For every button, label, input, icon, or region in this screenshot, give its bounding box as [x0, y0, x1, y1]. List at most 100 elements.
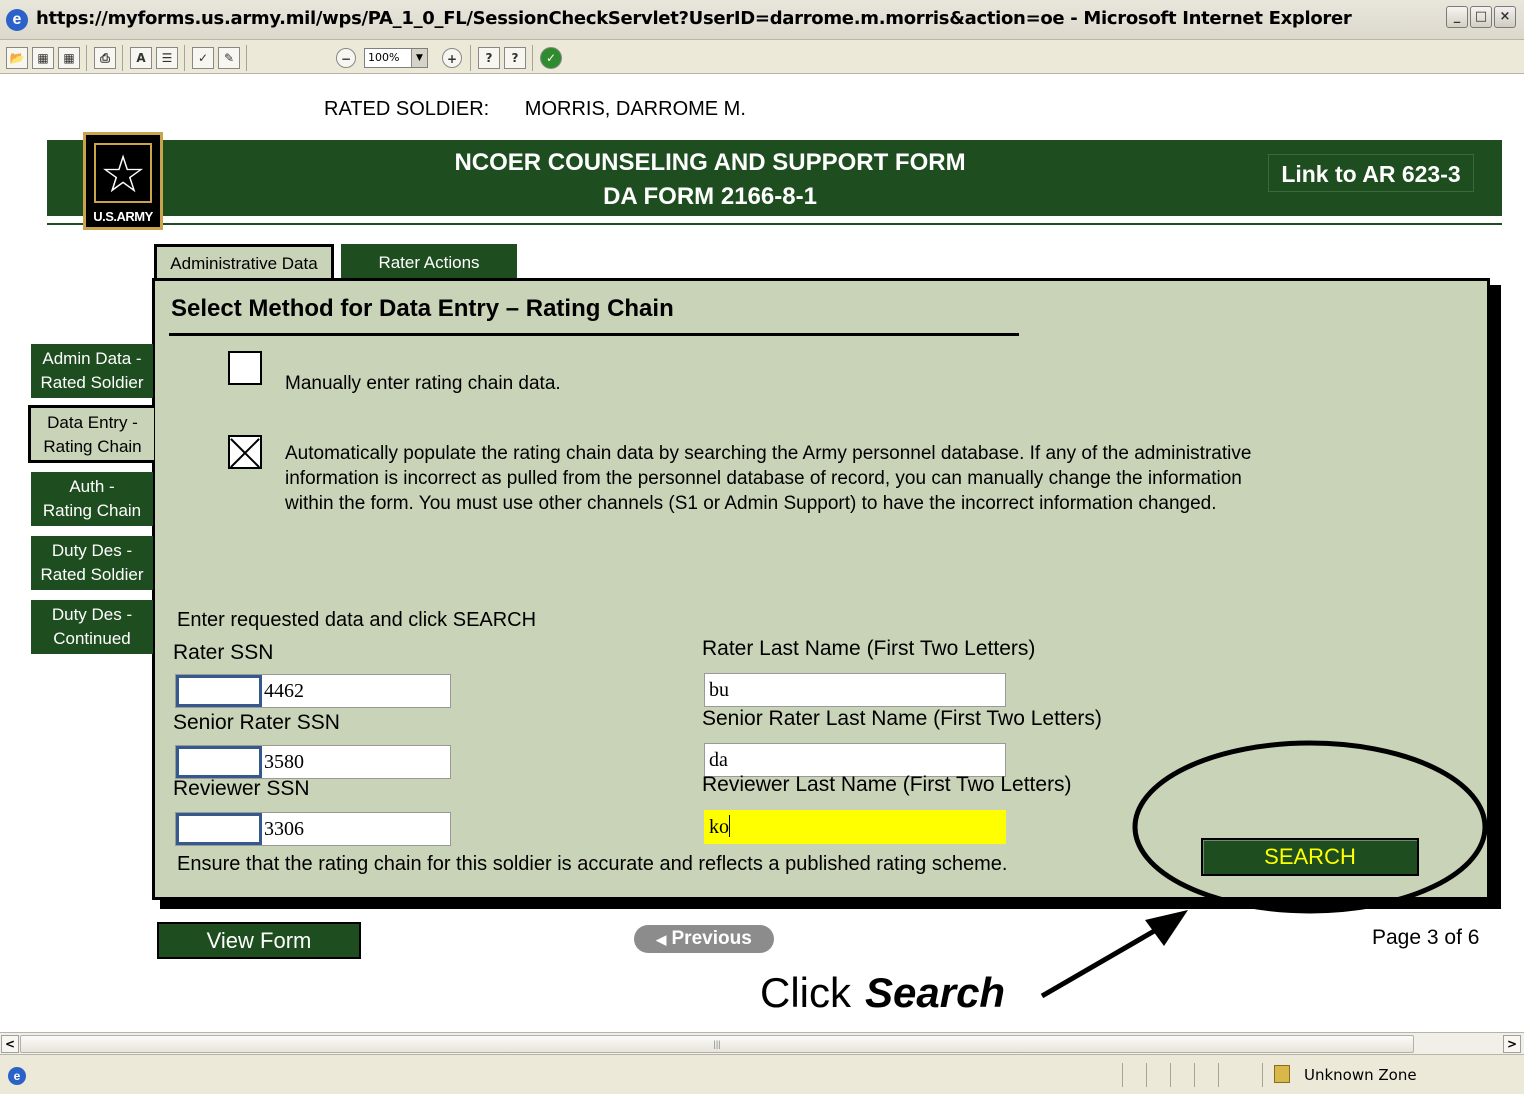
senior-rater-ssn-value: 3580 — [264, 751, 304, 773]
rater-ssn-value: 4462 — [264, 680, 304, 702]
auto-populate-checkbox[interactable] — [228, 435, 262, 469]
text-icon[interactable]: A — [130, 47, 152, 69]
ssn-mask — [176, 746, 262, 778]
heading-underline — [169, 333, 1019, 336]
maximize-button[interactable]: □ — [1470, 6, 1492, 28]
zoom-value: 100% — [368, 51, 400, 64]
sidebar-item-duty-des-rated-soldier[interactable]: Duty Des - Rated Soldier — [31, 536, 153, 590]
annotation-arrow-head — [1145, 910, 1188, 946]
search-button[interactable]: SEARCH — [1201, 838, 1419, 876]
window-title: https://myforms.us.army.mil/wps/PA_1_0_F… — [36, 8, 1352, 29]
reviewer-name-value: ko — [709, 816, 729, 838]
instructions-text: Enter requested data and click SEARCH — [177, 609, 537, 631]
rated-soldier-label: RATED SOLDIER: — [324, 98, 490, 120]
rater-name-label: Rater Last Name (First Two Letters) — [702, 637, 1036, 660]
previous-label: Previous — [671, 928, 752, 949]
army-logo: ☆ U.S.ARMY — [83, 132, 163, 230]
tab-administrative-data[interactable]: Administrative Data — [154, 244, 334, 280]
window-title-bar: e https://myforms.us.army.mil/wps/PA_1_0… — [0, 0, 1524, 40]
rater-ssn-field[interactable]: 4462 — [175, 674, 451, 708]
sidebar-item-line1: Auth - — [69, 477, 115, 496]
senior-rater-ssn-field[interactable]: 3580 — [175, 745, 451, 779]
rater-ssn-label: Rater SSN — [173, 641, 274, 664]
view-form-button[interactable]: View Form — [157, 922, 361, 959]
sidebar-item-line2: Rated Soldier — [40, 373, 144, 392]
signature-icon[interactable]: ✎ — [218, 47, 240, 69]
text-caret — [729, 815, 730, 837]
zoom-select[interactable]: 100% ▼ — [364, 48, 428, 68]
sidebar-item-line2: Continued — [53, 629, 131, 648]
reviewer-name-label: Reviewer Last Name (First Two Letters) — [702, 773, 1072, 796]
reviewer-name-field[interactable]: ko — [704, 810, 1006, 844]
spellcheck-icon[interactable]: ✓ — [192, 47, 214, 69]
help-icon[interactable]: ? — [504, 47, 526, 69]
page-content: RATED SOLDIER: MORRIS, DARROME M. ☆ U.S.… — [0, 74, 1524, 1032]
form-icon[interactable]: ☰ — [156, 47, 178, 69]
panel-heading: Select Method for Data Entry – Rating Ch… — [171, 295, 674, 322]
rater-name-field[interactable]: bu — [704, 673, 1006, 707]
security-zone: Unknown Zone — [1304, 1066, 1417, 1084]
zoom-out-icon[interactable]: − — [336, 48, 356, 68]
link-ar-623-3[interactable]: Link to AR 623-3 — [1268, 154, 1474, 192]
about-icon[interactable]: ✓ — [540, 47, 562, 69]
form-title-line1: NCOER COUNSELING AND SUPPORT FORM — [454, 149, 966, 176]
sidebar-item-duty-des-continued[interactable]: Duty Des - Continued — [31, 600, 153, 654]
save-as-icon[interactable]: ▦ — [58, 47, 80, 69]
senior-rater-name-label: Senior Rater Last Name (First Two Letter… — [702, 707, 1102, 730]
sidebar-item-data-entry-rating-chain[interactable]: Data Entry - Rating Chain — [28, 405, 154, 463]
senior-rater-name-field[interactable]: da — [704, 743, 1006, 777]
whats-this-icon[interactable]: ? — [478, 47, 500, 69]
sidebar-item-admin-data-rated-soldier[interactable]: Admin Data - Rated Soldier — [31, 344, 153, 398]
status-bar: e Unknown Zone — [0, 1054, 1524, 1094]
toolbar: 📂 ▦ ▦ ⎙ A ☰ ✓ ✎ − 100% ▼ + ? ? ✓ — [0, 40, 1524, 74]
reviewer-ssn-field[interactable]: 3306 — [175, 812, 451, 846]
ssn-mask — [176, 813, 262, 845]
form-title-line2: DA FORM 2166-8-1 — [603, 183, 817, 210]
scrollbar-thumb[interactable]: ||| — [20, 1035, 1414, 1053]
tab-rater-actions[interactable]: Rater Actions — [341, 244, 517, 280]
chevron-down-icon: ▼ — [411, 49, 427, 67]
sidebar-item-line2: Rating Chain — [42, 501, 142, 520]
logo-text: U.S.ARMY — [86, 207, 160, 227]
horizontal-scrollbar[interactable]: < ||| > — [0, 1032, 1524, 1054]
ssn-mask — [176, 675, 262, 707]
sidebar-item-auth-rating-chain[interactable]: Auth - Rating Chain — [31, 472, 153, 526]
rating-chain-panel: Select Method for Data Entry – Rating Ch… — [152, 278, 1490, 900]
star-icon: ☆ — [94, 143, 152, 204]
ensure-text: Ensure that the rating chain for this so… — [177, 853, 1008, 875]
previous-button[interactable]: ◀ Previous — [634, 925, 774, 953]
manual-entry-checkbox[interactable] — [228, 351, 262, 385]
manual-entry-label: Manually enter rating chain data. — [285, 373, 561, 394]
rated-soldier-name: MORRIS, DARROME M. — [524, 98, 746, 120]
minimize-button[interactable]: _ — [1446, 6, 1468, 28]
close-window-button[interactable]: × — [1494, 6, 1516, 28]
open-icon[interactable]: 📂 — [6, 47, 28, 69]
scroll-right-icon[interactable]: > — [1503, 1035, 1521, 1053]
form-title: NCOER COUNSELING AND SUPPORT FORM DA FOR… — [400, 146, 1020, 214]
auto-populate-label: Automatically populate the rating chain … — [285, 443, 1252, 514]
print-icon[interactable]: ⎙ — [94, 47, 116, 69]
annotation-emphasis: Search — [865, 969, 1006, 1016]
rated-soldier-info: RATED SOLDIER: MORRIS, DARROME M. — [324, 98, 746, 121]
sidebar-item-line1: Duty Des - — [51, 605, 133, 624]
sidebar-item-line1: Duty Des - — [51, 541, 133, 560]
page-status: Page 3 of 6 — [1372, 926, 1480, 949]
annotation-arrow-line — [1040, 916, 1177, 999]
reviewer-ssn-value: 3306 — [264, 818, 304, 840]
chevron-left-icon: ◀ — [656, 932, 667, 947]
save-icon[interactable]: ▦ — [32, 47, 54, 69]
annotation-text: Click Search — [760, 969, 1005, 1017]
sidebar-item-line2: Rating Chain — [43, 437, 142, 456]
reviewer-ssn-label: Reviewer SSN — [173, 777, 310, 800]
page-icon: e — [8, 1067, 26, 1085]
senior-rater-ssn-label: Senior Rater SSN — [173, 711, 340, 734]
sidebar-item-line1: Admin Data - — [42, 349, 142, 368]
lock-icon — [1274, 1065, 1290, 1083]
zoom-in-icon[interactable]: + — [442, 48, 462, 68]
internet-explorer-icon: e — [6, 9, 28, 31]
annotation-prefix: Click — [760, 969, 851, 1016]
header-divider — [47, 223, 1502, 225]
scroll-left-icon[interactable]: < — [1, 1035, 19, 1053]
sidebar-item-line1: Data Entry - — [47, 413, 138, 432]
sidebar-item-line2: Rated Soldier — [40, 565, 144, 584]
